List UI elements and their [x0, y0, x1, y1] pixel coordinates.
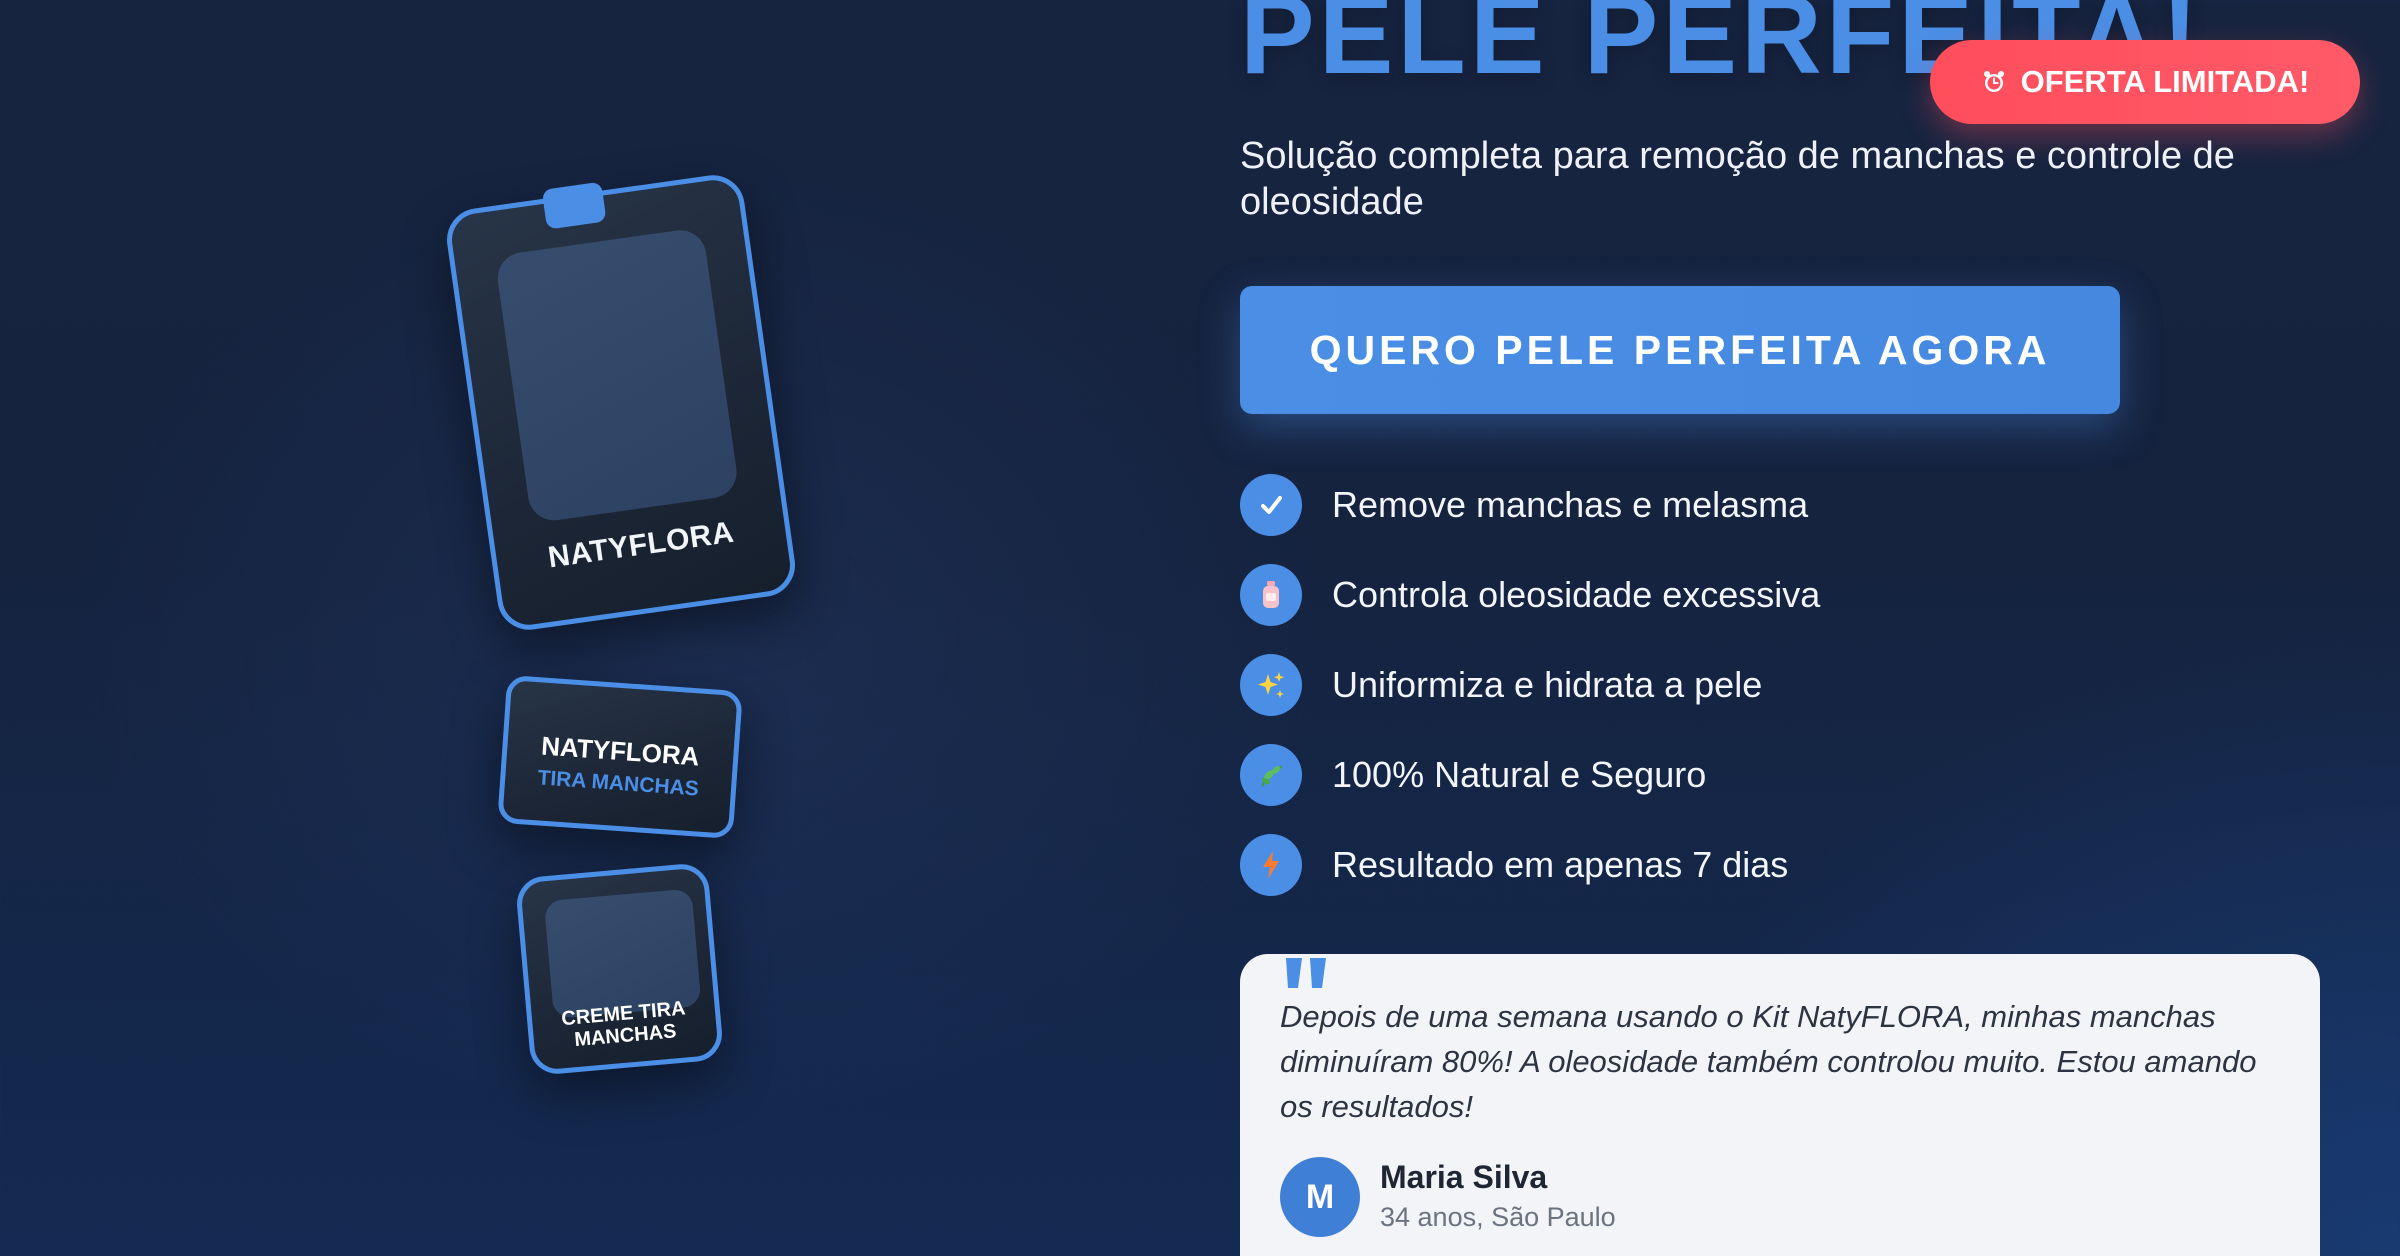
benefit-text: Uniformiza e hidrata a pele	[1332, 664, 1763, 705]
check-icon	[1240, 474, 1302, 536]
bottle-label: NATYFLORA	[546, 515, 737, 575]
testimonial-quote: Depois de uma semana usando o Kit NatyFL…	[1280, 999, 2257, 1124]
sparkles-icon	[1240, 654, 1302, 716]
benefit-item: Remove manchas e melasma	[1240, 474, 2040, 536]
herb-icon	[1240, 744, 1302, 806]
avatar: M	[1280, 1157, 1360, 1237]
testimonial-author-meta: 34 anos, São Paulo	[1380, 1202, 1616, 1232]
benefit-item: 100% Natural e Seguro	[1240, 744, 2040, 806]
testimonial-card: Depois de uma semana usando o Kit NatyFL…	[1240, 954, 2320, 1256]
product-box-image: NATYFLORA TIRA MANCHAS	[497, 674, 743, 840]
bottle-icon	[1240, 564, 1302, 626]
benefit-text: Remove manchas e melasma	[1332, 484, 1809, 525]
product-jar-image: CREME TIRA MANCHAS	[514, 861, 725, 1077]
bottle-cap	[541, 181, 607, 230]
quote-icon	[1286, 958, 1326, 988]
page-subtitle: Solução completa para remoção de manchas…	[1240, 135, 2235, 223]
benefit-item: Resultado em apenas 7 dias	[1240, 834, 2040, 896]
benefit-text: Controla oleosidade excessiva	[1332, 574, 1821, 615]
benefit-text: Resultado em apenas 7 dias	[1332, 844, 1789, 885]
product-bottle-image: NATYFLORA	[442, 171, 800, 634]
cta-button[interactable]: QUERO PELE PERFEITA AGORA	[1240, 286, 2120, 414]
limited-offer-badge: OFERTA LIMITADA!	[1930, 40, 2360, 124]
benefit-text: 100% Natural e Seguro	[1332, 754, 1707, 795]
testimonial-author-name: Maria Silva	[1380, 1159, 1548, 1195]
benefit-item: Controla oleosidade excessiva	[1240, 564, 2040, 626]
alarm-clock-icon	[1983, 71, 2004, 92]
badge-label: OFERTA LIMITADA!	[2020, 64, 2310, 99]
bottle-window	[494, 226, 740, 524]
lightning-icon	[1240, 834, 1302, 896]
benefit-item: Uniformiza e hidrata a pele	[1240, 654, 2040, 716]
